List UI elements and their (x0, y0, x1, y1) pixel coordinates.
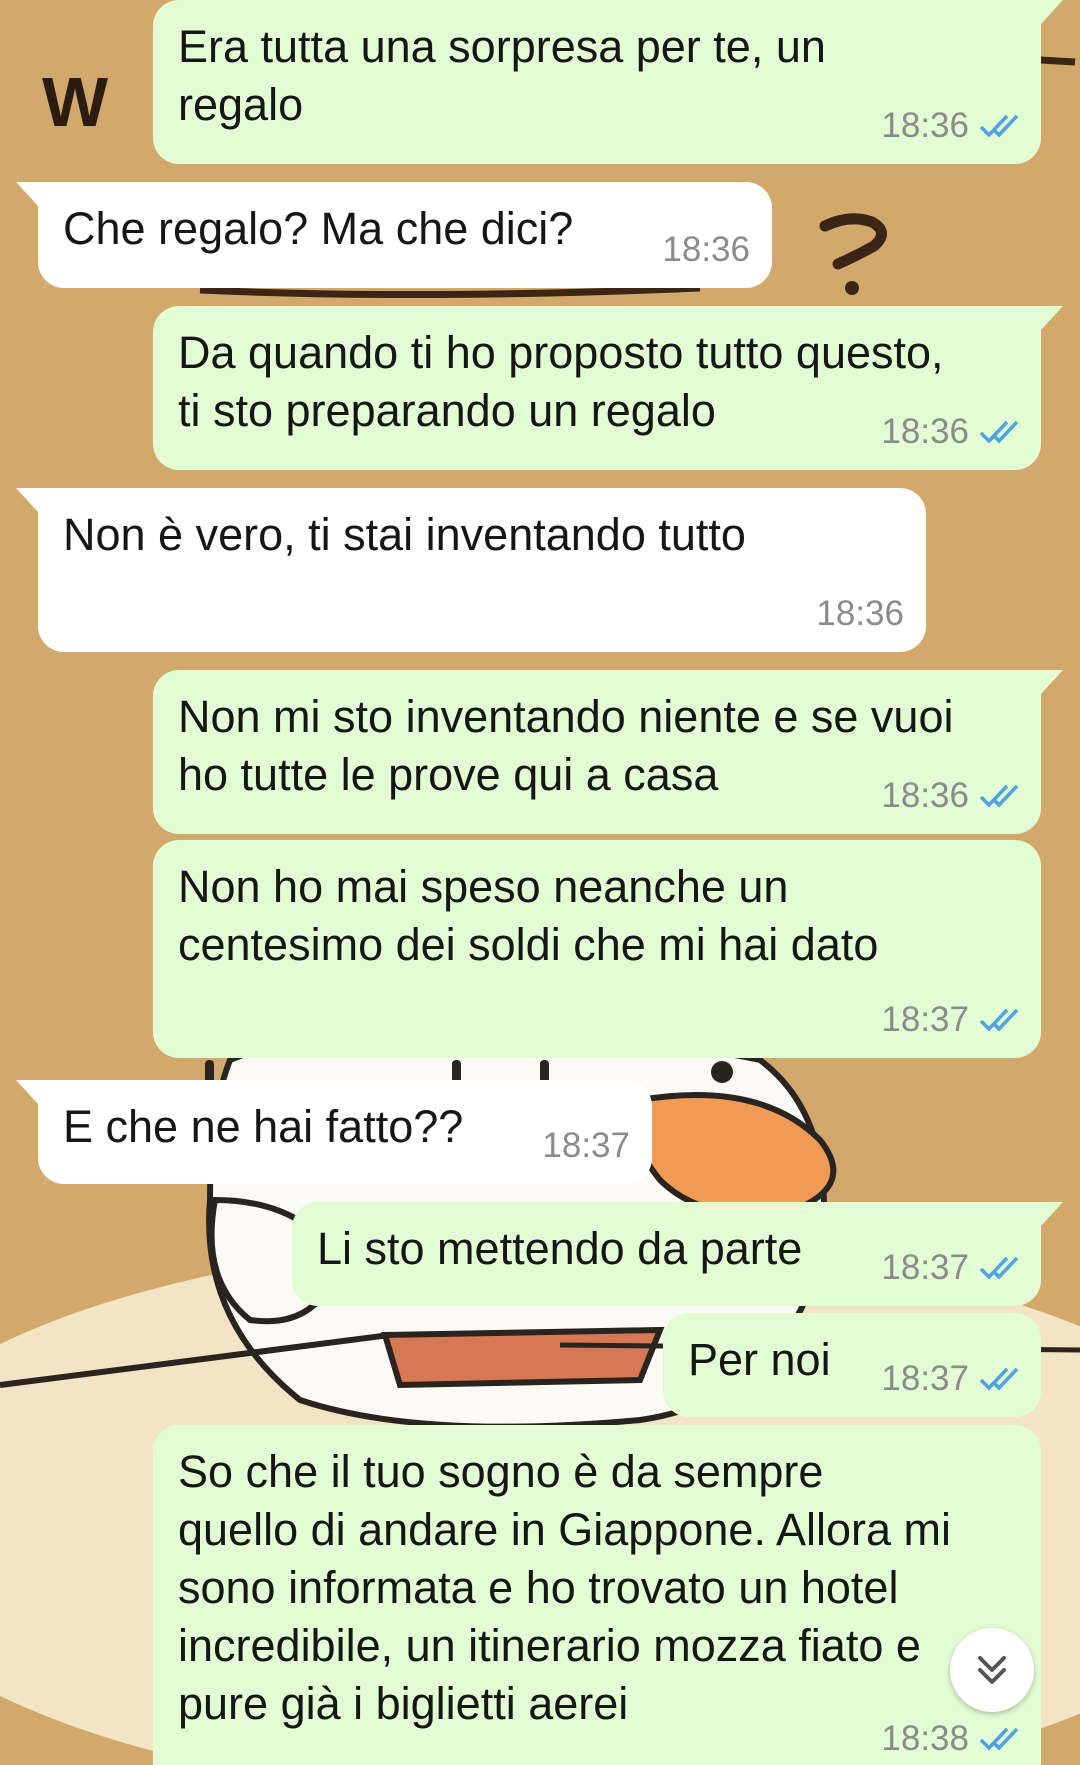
message-text: Che regalo? Ma che dici? (63, 203, 574, 254)
message-time: 18:38 (881, 1719, 969, 1758)
message-text: Per noi (688, 1334, 831, 1385)
message-time: 18:37 (542, 1126, 630, 1165)
double-check-icon (979, 1727, 1019, 1751)
double-check-icon (979, 114, 1019, 138)
message-incoming[interactable]: Che regalo? Ma che dici? 18:36 (16, 182, 772, 288)
scroll-to-bottom-button[interactable] (950, 1628, 1034, 1712)
double-check-icon (979, 1256, 1019, 1280)
message-meta: 18:37 (881, 1248, 1019, 1288)
message-time: 18:36 (881, 776, 969, 815)
conversation[interactable]: Era tutta una sorpresa per te, un regalo… (0, 0, 1080, 1765)
message-outgoing[interactable]: Per noi 18:37 (663, 1313, 1041, 1417)
message-text: Li sto mettendo da parte (317, 1223, 803, 1274)
message-text: Non ho mai speso neanche un centesimo de… (178, 861, 879, 970)
message-meta: 18:36 (881, 106, 1019, 146)
message-outgoing[interactable]: Da quando ti ho proposto tutto questo, t… (153, 306, 1063, 470)
double-check-icon (979, 784, 1019, 808)
message-time: 18:37 (881, 1000, 969, 1039)
message-meta: 18:37 (881, 1359, 1019, 1399)
message-text: Non è vero, ti stai inventando tutto (63, 509, 746, 560)
message-outgoing[interactable]: Era tutta una sorpresa per te, un regalo… (153, 0, 1063, 164)
message-time: 18:36 (881, 412, 969, 451)
message-outgoing[interactable]: So che il tuo sogno è da sempre quello d… (153, 1425, 1041, 1765)
message-meta: 18:37 (542, 1126, 630, 1166)
message-meta: 18:38 (881, 1719, 1019, 1759)
message-time: 18:37 (881, 1359, 969, 1398)
message-meta: 18:36 (662, 230, 750, 270)
message-text: E che ne hai fatto?? (63, 1101, 464, 1152)
message-time: 18:36 (816, 594, 904, 633)
message-text: So che il tuo sogno è da sempre quello d… (178, 1446, 951, 1729)
double-check-icon (979, 1367, 1019, 1391)
message-outgoing[interactable]: Non ho mai speso neanche un centesimo de… (153, 840, 1041, 1058)
message-time: 18:36 (662, 230, 750, 269)
double-check-icon (979, 1008, 1019, 1032)
message-text: Da quando ti ho proposto tutto questo, t… (178, 327, 944, 436)
message-time: 18:36 (881, 106, 969, 145)
message-incoming[interactable]: Non è vero, ti stai inventando tutto 18:… (16, 488, 926, 652)
message-meta: 18:37 (881, 1000, 1019, 1040)
message-text: Non mi sto inventando niente e se vuoi h… (178, 691, 954, 800)
message-outgoing[interactable]: Li sto mettendo da parte 18:37 (292, 1202, 1063, 1306)
message-incoming[interactable]: E che ne hai fatto?? 18:37 (16, 1080, 652, 1184)
message-meta: 18:36 (816, 594, 904, 634)
double-check-icon (979, 420, 1019, 444)
message-outgoing[interactable]: Non mi sto inventando niente e se vuoi h… (153, 670, 1063, 834)
message-meta: 18:36 (881, 412, 1019, 452)
message-text: Era tutta una sorpresa per te, un regalo (178, 21, 826, 130)
message-meta: 18:36 (881, 776, 1019, 816)
double-chevron-down-icon (978, 1656, 1006, 1684)
message-time: 18:37 (881, 1248, 969, 1287)
